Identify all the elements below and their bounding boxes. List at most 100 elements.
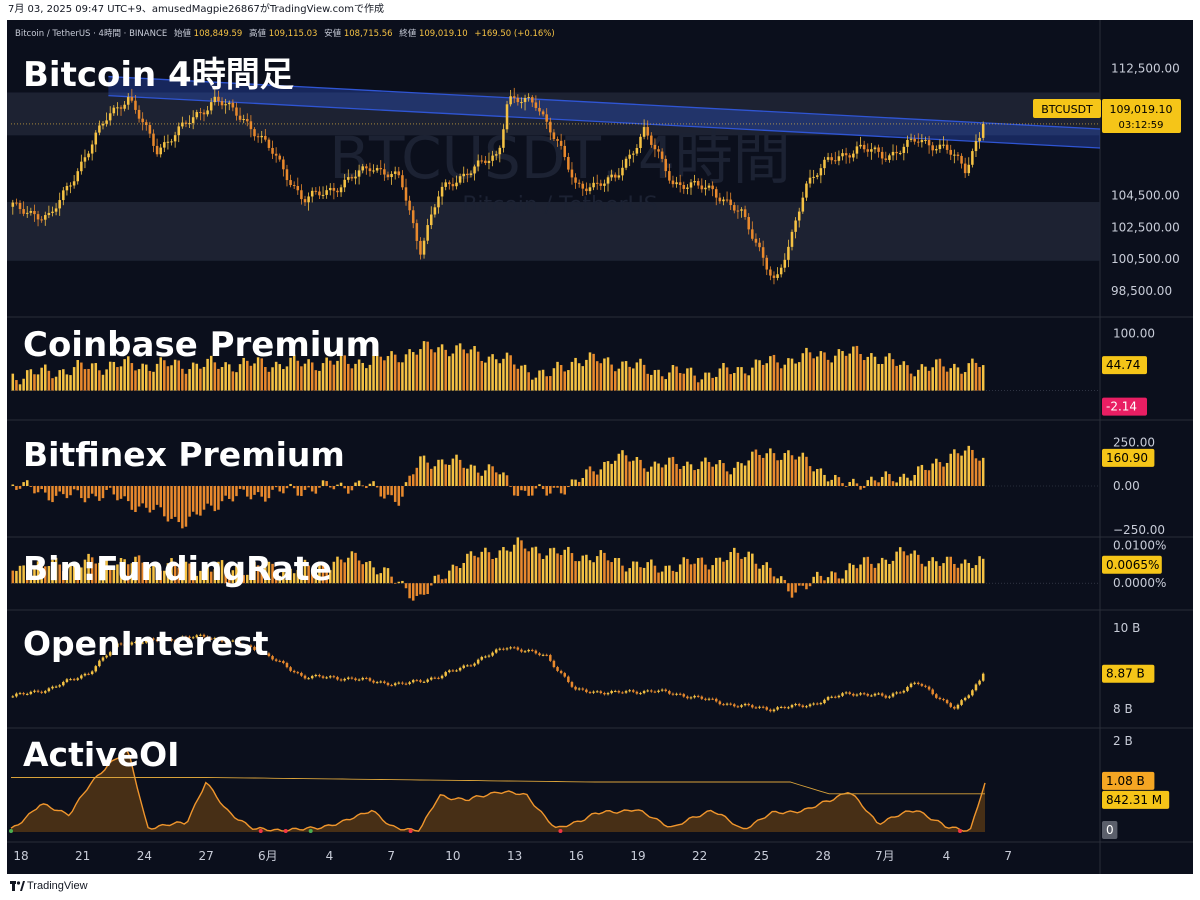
oi-candle-body [657,690,660,692]
pane1-bar [220,367,224,391]
pane2-bar [963,450,967,486]
pane3-bar [375,574,379,584]
pane3-bar [873,567,877,584]
btc-candle-body [220,101,224,106]
pane2-bar [278,486,282,492]
pane1-bar [570,361,574,391]
pane3-bar [599,550,603,584]
oi-candle-body [931,689,934,695]
oi-candle-body [628,690,631,692]
pane2-bar [292,486,296,489]
pane3-bar [397,581,401,584]
oi-candle-body [426,679,429,682]
btc-candle-body [29,210,33,213]
pane1-bar [740,367,743,391]
time-tick: 25 [754,849,769,863]
btc-candle-body [509,96,512,105]
pane3-bar [393,582,397,584]
btc-candle-body [455,182,458,187]
pane2-bar [776,460,779,486]
pane3-bar [815,571,819,584]
pane2-bar [123,486,126,497]
pane3-bar [841,578,844,584]
btc-candle-body [365,166,368,169]
oi-candle-body [945,700,949,704]
pane2-bar [751,451,754,486]
pane1-bar [689,367,693,391]
time-tick: 4 [326,849,334,863]
oi-candle-body [47,688,51,692]
pane3-bar [686,558,689,584]
pane2-bar [166,486,170,522]
btc-candle-body [844,153,848,156]
pane1-bar [931,367,934,391]
time-tick: 16 [569,849,584,863]
pane3-bar [797,583,801,586]
pane3-bar [693,563,696,584]
pane1-bar [779,368,783,391]
oi-candle-body [610,691,613,694]
pane2-bar [98,486,101,501]
oi-candle-body [927,686,931,690]
pane1-bar [577,363,581,391]
pane3-bar [487,552,491,584]
chart-canvas[interactable]: BTCUSDT, 4時間 Bitcoin / TetherUS 112,500.… [7,20,1193,874]
pane2-bar [18,486,22,489]
pane2-bar [11,484,15,486]
btc-candle-body [296,185,300,191]
btc-candle-body [538,107,541,112]
btc-candle-body [696,181,700,186]
tradingview-logo-icon [10,881,25,894]
pane2-bar [339,482,343,486]
pane1-bar [826,359,830,391]
pane2-bar [300,486,303,497]
btc-candle-body [80,161,83,172]
btc-candle-body [758,242,761,248]
oi-candle-body [300,672,303,676]
oi-candle-body [332,676,336,678]
oi-candle-body [974,684,978,691]
btc-candle-body [462,173,465,177]
pane3-bar [743,557,747,584]
btc-candle-body [769,269,772,276]
pane1-bar [733,372,736,391]
oi-candle-body [682,694,686,697]
pane3-bar [498,550,502,584]
oi-candle-body [292,670,296,673]
pane2-bar [783,453,787,486]
pane1-bar [675,366,678,391]
pane2-bar [375,486,379,488]
btc-candle-body [303,199,307,203]
oi-candle-body [675,693,678,695]
pane2-bar [65,486,69,499]
pane1-bar [599,363,603,391]
pane1-bar [549,376,552,391]
pane3-bar [880,557,884,584]
btc-price-tick: 112,500.00 [1111,62,1180,76]
pane3-bar [870,563,873,584]
btc-candle-body [166,141,170,143]
btc-candle-body [40,219,43,221]
pane3-bar [541,558,545,584]
btc-candle-body [386,174,390,178]
pane1-bar [852,346,855,391]
oi-candle-body [448,670,451,673]
pane2-bar [411,474,415,486]
time-tick: 7 [1004,849,1012,863]
pane2-bar [509,485,512,487]
btc-candle-body [794,220,797,232]
oi-tick: 10 B [1113,621,1140,635]
oi-candle-body [455,670,458,672]
btc-candle-body [588,187,592,192]
pane2-bar [642,468,646,486]
pane1-bar [426,341,429,391]
pane3-bar [343,562,346,584]
pane2-bar [231,486,235,502]
pane3-bar [552,547,556,584]
pane2-bar [383,486,386,499]
oi-candle-body [310,676,314,679]
btc-candle-body [837,156,841,161]
pane1-bar [877,363,880,391]
pane2-bar [170,486,173,519]
pane2-bar [484,470,487,486]
